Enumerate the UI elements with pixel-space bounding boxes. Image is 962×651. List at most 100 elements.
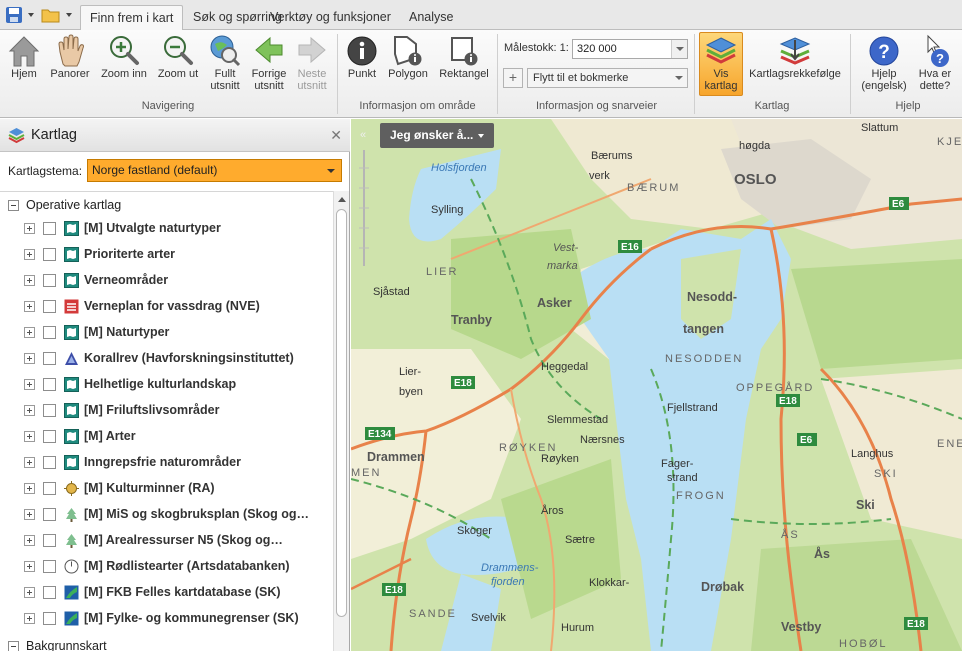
layer-row[interactable]: [M] Kulturminner (RA) — [0, 476, 333, 502]
previous-extent-label: Forrige utsnitt — [251, 68, 287, 92]
expand-icon[interactable] — [24, 613, 35, 624]
tab-finn-frem-i-kart[interactable]: Finn frem i kart — [80, 5, 184, 31]
collapse-icon[interactable] — [8, 200, 19, 211]
map-service-icon — [64, 403, 79, 418]
info-polygon-button[interactable]: Polygon — [385, 32, 431, 80]
expand-icon[interactable] — [24, 327, 35, 338]
expand-icon[interactable] — [24, 587, 35, 598]
collapse-icon[interactable] — [8, 641, 19, 651]
help-button[interactable]: ? Hjelp (engelsk) — [858, 32, 910, 92]
collapse-panel-button[interactable]: « — [352, 123, 374, 148]
expand-icon[interactable] — [24, 483, 35, 494]
whats-this-button[interactable]: ? Hva er dette? — [914, 32, 956, 92]
layer-checkbox[interactable] — [43, 586, 56, 599]
expand-icon[interactable] — [24, 457, 35, 468]
layer-row[interactable]: Verneområder — [0, 268, 333, 294]
expand-icon[interactable] — [24, 431, 35, 442]
layer-row[interactable]: Inngrepsfrie naturområder — [0, 450, 333, 476]
expand-icon[interactable] — [24, 275, 35, 286]
expand-icon[interactable] — [24, 405, 35, 416]
jeg-onsker-a-button[interactable]: Jeg ønsker å... — [380, 123, 495, 148]
bookmark-select[interactable]: Flytt til et bokmerke — [527, 68, 688, 88]
home-button[interactable]: Hjem — [4, 32, 44, 80]
bookmark-dropdown-icon[interactable] — [671, 69, 687, 87]
theme-select[interactable]: Norge fastland (default) — [87, 159, 342, 182]
layer-row[interactable]: [M] FKB Felles kartdatabase (SK) — [0, 580, 333, 606]
scale-dropdown-icon[interactable] — [671, 40, 687, 58]
save-icon[interactable] — [5, 5, 23, 25]
info-point-button[interactable]: Punkt — [344, 32, 380, 80]
pan-button[interactable]: Panorer — [47, 32, 93, 80]
map-service-icon — [64, 221, 79, 236]
imr-icon — [64, 351, 79, 366]
layer-row[interactable]: Helhetlige kulturlandskap — [0, 372, 333, 398]
layer-checkbox[interactable] — [43, 378, 56, 391]
layer-checkbox[interactable] — [43, 482, 56, 495]
open-dropdown-icon[interactable] — [65, 5, 73, 25]
open-folder-icon[interactable] — [41, 5, 61, 25]
layer-row[interactable]: [M] Rødlistearter (Artsdatabanken) — [0, 554, 333, 580]
layer-row[interactable]: [M] Arter — [0, 424, 333, 450]
map-view[interactable]: OSLO Bærums verk BÆRUM Holsfjorden Sylli… — [351, 119, 962, 651]
layer-row[interactable]: [M] MiS og skogbruksplan (Skog og… — [0, 502, 333, 528]
section-operative-kartlag[interactable]: Operative kartlag — [0, 194, 333, 216]
tab-analyse[interactable]: Analyse — [400, 5, 462, 30]
next-extent-button[interactable]: Neste utsnitt — [292, 32, 332, 92]
vis-kartlag-button[interactable]: Vis kartlag — [699, 32, 743, 92]
add-bookmark-button[interactable]: + — [503, 68, 523, 88]
expand-icon[interactable] — [24, 561, 35, 572]
expand-icon[interactable] — [24, 353, 35, 364]
layer-row[interactable]: [M] Friluftslivsområder — [0, 398, 333, 424]
zoom-in-button[interactable]: Zoom inn — [99, 32, 149, 80]
layer-checkbox[interactable] — [43, 248, 56, 261]
layer-checkbox[interactable] — [43, 222, 56, 235]
expand-icon[interactable] — [24, 223, 35, 234]
layer-row[interactable]: [M] Naturtyper — [0, 320, 333, 346]
map-label-slemmestad: Slemmestad — [547, 414, 608, 426]
expand-icon[interactable] — [24, 379, 35, 390]
full-extent-button[interactable]: Fullt utsnitt — [205, 32, 245, 92]
map-label-drammen: Drammen — [367, 450, 425, 464]
layer-checkbox[interactable] — [43, 300, 56, 313]
expand-icon[interactable] — [24, 509, 35, 520]
layer-checkbox[interactable] — [43, 456, 56, 469]
expand-icon[interactable] — [24, 301, 35, 312]
zoom-slider[interactable] — [357, 148, 371, 268]
kartlagsrekkefolge-button[interactable]: Kartlagsrekkefølge — [747, 32, 843, 80]
layer-checkbox[interactable] — [43, 352, 56, 365]
layer-row[interactable]: Prioriterte arter — [0, 242, 333, 268]
scrollbar-thumb[interactable] — [336, 209, 347, 617]
layer-panel-scrollbar[interactable] — [333, 191, 349, 651]
layer-checkbox[interactable] — [43, 534, 56, 547]
map-label-nesodd-1: Nesodd- — [687, 290, 737, 304]
ribbon-separator — [497, 34, 498, 114]
info-rectangle-button[interactable]: Rektangel — [437, 32, 491, 80]
info-polygon-icon — [385, 32, 431, 68]
layer-row[interactable]: Korallrev (Havforskningsinstituttet) — [0, 346, 333, 372]
layer-row[interactable]: [M] Fylke- og kommunegrenser (SK) — [0, 606, 333, 632]
layer-checkbox[interactable] — [43, 404, 56, 417]
layer-checkbox[interactable] — [43, 326, 56, 339]
map-label-saetre: Sætre — [565, 534, 595, 546]
layer-checkbox[interactable] — [43, 560, 56, 573]
zoom-out-button[interactable]: Zoom ut — [155, 32, 201, 80]
close-icon[interactable]: ✕ — [330, 127, 342, 144]
expand-icon[interactable] — [24, 535, 35, 546]
section-bakgrunnskart[interactable]: Bakgrunnskart — [0, 635, 333, 651]
previous-extent-button[interactable]: Forrige utsnitt — [248, 32, 290, 92]
group-label-kartlag: Kartlag — [754, 100, 790, 112]
layer-row[interactable]: Verneplan for vassdrag (NVE) — [0, 294, 333, 320]
expand-icon[interactable] — [24, 249, 35, 260]
layer-row[interactable]: [M] Utvalgte naturtyper — [0, 216, 333, 242]
layer-checkbox[interactable] — [43, 430, 56, 443]
scroll-up-icon[interactable] — [338, 197, 346, 202]
layer-checkbox[interactable] — [43, 612, 56, 625]
save-dropdown-icon[interactable] — [27, 5, 35, 25]
layer-label: [M] Arter — [84, 429, 136, 443]
layer-checkbox[interactable] — [43, 508, 56, 521]
layer-row[interactable]: [M] Arealressurser N5 (Skog og… — [0, 528, 333, 554]
scale-input[interactable]: 320 000 — [572, 39, 688, 59]
map-canvas[interactable]: OSLO Bærums verk BÆRUM Holsfjorden Sylli… — [351, 119, 962, 651]
layer-checkbox[interactable] — [43, 274, 56, 287]
tab-verktoy-og-funksjoner[interactable]: Verktøy og funksjoner — [261, 5, 400, 30]
